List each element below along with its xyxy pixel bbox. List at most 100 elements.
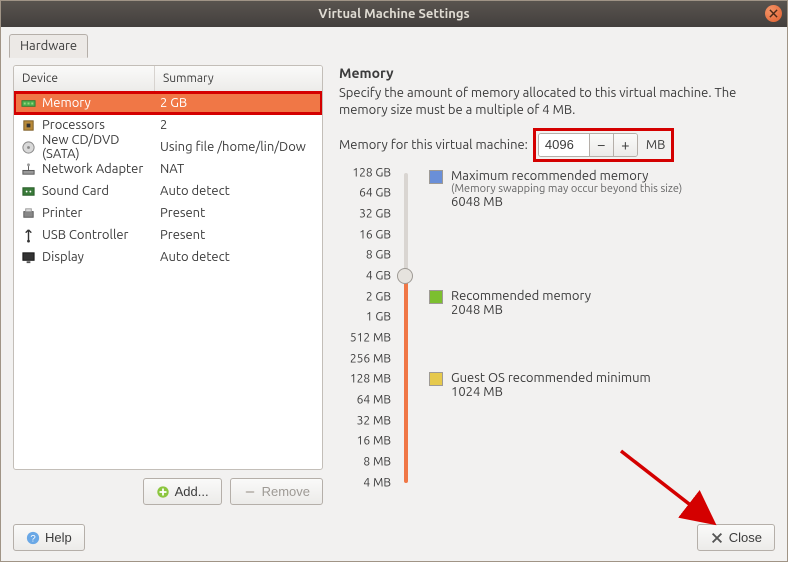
marker-max-value: 6048 MB [451, 195, 682, 209]
slider-track-upper [404, 173, 408, 276]
titlebar: Virtual Machine Settings [1, 1, 787, 27]
device-panel-buttons: Add... Remove [13, 470, 323, 513]
memory-description: Specify the amount of memory allocated t… [339, 85, 775, 119]
device-row-usb[interactable]: USB ControllerPresent [14, 224, 322, 246]
printer-icon [20, 205, 36, 221]
device-summary: Present [160, 206, 316, 220]
close-button[interactable]: Close [697, 524, 775, 551]
memory-icon [20, 95, 36, 111]
marker-rec-value: 2048 MB [451, 303, 591, 317]
device-table: Device Summary Memory2 GBProcessors2New … [13, 65, 323, 470]
memory-input[interactable] [539, 134, 589, 156]
memory-panel: Memory Specify the amount of memory allo… [339, 65, 775, 513]
content-area: Device Summary Memory2 GBProcessors2New … [1, 57, 787, 513]
memory-tick: 64 MB [357, 394, 391, 407]
device-table-header: Device Summary [14, 66, 322, 92]
add-button[interactable]: Add... [143, 478, 222, 505]
column-header-summary[interactable]: Summary [154, 66, 322, 92]
display-icon [20, 249, 36, 265]
marker-max: Maximum recommended memory (Memory swapp… [429, 169, 682, 209]
device-name: Processors [42, 118, 160, 132]
marker-max-sub: (Memory swapping may occur beyond this s… [451, 183, 682, 195]
memory-tick: 128 MB [350, 373, 391, 386]
memory-tick: 16 GB [359, 228, 391, 241]
marker-rec-title: Recommended memory [451, 289, 591, 303]
svg-text:?: ? [30, 533, 35, 544]
device-name: USB Controller [42, 228, 160, 242]
device-row-memory[interactable]: Memory2 GB [14, 92, 322, 114]
cpu-icon [20, 117, 36, 133]
memory-tick: 1 GB [366, 311, 391, 324]
device-name: Display [42, 250, 160, 264]
slider-markers: Maximum recommended memory (Memory swapp… [415, 167, 775, 497]
memory-tick: 64 GB [359, 187, 391, 200]
memory-tick: 128 GB [352, 166, 391, 179]
device-row-sound[interactable]: Sound CardAuto detect [14, 180, 322, 202]
marker-rec: Recommended memory 2048 MB [429, 289, 591, 317]
memory-stepper: − + [538, 133, 638, 157]
memory-tick: 32 MB [357, 414, 391, 427]
device-summary: Auto detect [160, 250, 316, 264]
device-row-net[interactable]: Network AdapterNAT [14, 158, 322, 180]
help-button-label: Help [45, 530, 72, 545]
help-icon: ? [26, 531, 40, 545]
x-icon [710, 531, 724, 545]
memory-tick: 8 GB [366, 249, 391, 262]
device-row-disc[interactable]: New CD/DVD (SATA)Using file /home/lin/Do… [14, 136, 322, 158]
column-header-device[interactable]: Device [14, 66, 154, 92]
device-row-display[interactable]: DisplayAuto detect [14, 246, 322, 268]
swatch-minos [429, 372, 443, 386]
memory-tick: 512 MB [350, 332, 391, 345]
memory-row: Memory for this virtual machine: − + MB [339, 131, 775, 159]
memory-tick: 2 GB [366, 290, 391, 303]
device-name: Sound Card [42, 184, 160, 198]
memory-tick: 4 MB [363, 476, 391, 489]
device-panel: Device Summary Memory2 GBProcessors2New … [13, 65, 323, 513]
memory-row-label: Memory for this virtual machine: [339, 138, 528, 152]
marker-minos: Guest OS recommended minimum 1024 MB [429, 371, 651, 399]
memory-stepper-highlight-box: − + MB [536, 131, 672, 159]
memory-slider[interactable] [395, 167, 415, 497]
memory-tick: 256 MB [350, 352, 391, 365]
sound-icon [20, 183, 36, 199]
minus-icon [243, 485, 257, 499]
memory-tick: 32 GB [359, 208, 391, 221]
memory-tick: 4 GB [366, 270, 391, 283]
memory-heading: Memory [339, 65, 775, 81]
memory-unit: MB [646, 138, 666, 152]
memory-increment-button[interactable]: + [613, 134, 637, 156]
device-summary: NAT [160, 162, 316, 176]
device-name: Network Adapter [42, 162, 160, 176]
memory-tick: 16 MB [357, 435, 391, 448]
close-button-label: Close [729, 530, 762, 545]
device-summary: Auto detect [160, 184, 316, 198]
tab-hardware[interactable]: Hardware [9, 34, 88, 58]
close-icon [769, 9, 778, 18]
remove-button-label: Remove [262, 484, 310, 499]
disc-icon [20, 139, 36, 155]
slider-thumb[interactable] [397, 268, 413, 284]
device-summary: 2 [160, 118, 316, 132]
swatch-max [429, 170, 443, 184]
device-summary: 2 GB [160, 96, 316, 110]
slider-ticks: 128 GB 64 GB 32 GB 16 GB 8 GB 4 GB 2 GB 1 GB 512… [339, 167, 395, 497]
device-name: Memory [42, 96, 160, 110]
tab-row: Hardware [1, 27, 787, 57]
device-name: New CD/DVD (SATA) [42, 133, 160, 161]
marker-max-title: Maximum recommended memory [451, 169, 648, 183]
add-button-label: Add... [175, 484, 209, 499]
window-title: Virtual Machine Settings [318, 7, 469, 21]
device-summary: Present [160, 228, 316, 242]
memory-tick: 8 MB [363, 456, 391, 469]
help-button[interactable]: ? Help [13, 524, 85, 551]
window-close-button[interactable] [765, 5, 782, 22]
memory-decrement-button[interactable]: − [589, 134, 613, 156]
device-summary: Using file /home/lin/Dow [160, 140, 316, 154]
slider-track-lower [404, 276, 408, 483]
usb-icon [20, 227, 36, 243]
device-name: Printer [42, 206, 160, 220]
device-row-printer[interactable]: PrinterPresent [14, 202, 322, 224]
marker-minos-value: 1024 MB [451, 385, 651, 399]
remove-button: Remove [230, 478, 323, 505]
plus-icon [156, 485, 170, 499]
